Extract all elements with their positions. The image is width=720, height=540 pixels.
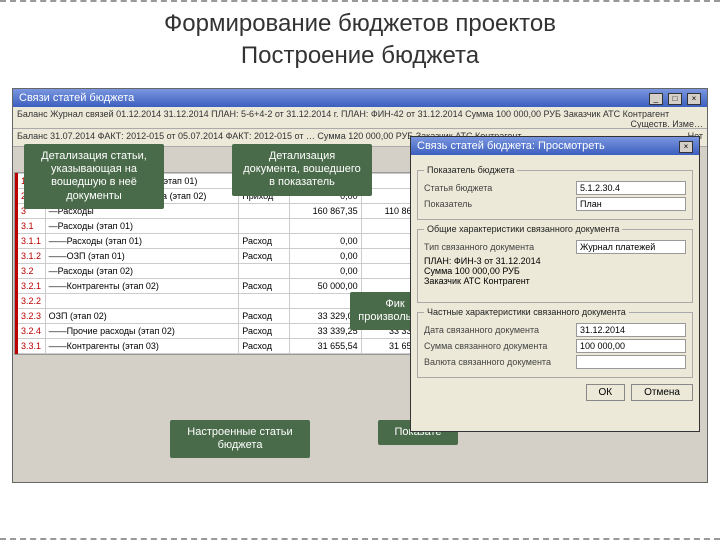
table-row[interactable]: 3.2—Расходы (этап 02)0,000,00 [17,264,433,279]
group-general: Общие характеристики связанного документ… [417,224,693,303]
maximize-button[interactable]: □ [668,93,682,105]
toolbar-row-1[interactable]: Баланс Журнал связей 01.12.2014 31.12.20… [13,107,707,129]
minimize-button[interactable]: _ [649,93,663,105]
callout-document-detail: Детализация документа, вошедшего в показ… [232,144,372,196]
indicator-field[interactable]: План [576,197,686,211]
group-private: Частные характеристики связанного докуме… [417,307,693,378]
table-row[interactable]: 3.1—Расходы (этап 01) [17,219,433,234]
doc-desc-field: ПЛАН: ФИН-3 от 31.12.2014 Сумма 100 000,… [424,256,686,296]
dialog-title: Связь статей бюджета: Просмотреть [417,140,605,152]
table-row[interactable]: 3.1.1——Расходы (этап 01)Расход0,000,00 [17,234,433,249]
window-titlebar: Связи статей бюджета _ □ × [13,89,707,107]
dialog-close-button[interactable]: × [679,141,693,153]
callout-budget-articles: Настроенные статьи бюджета [170,420,310,458]
article-field[interactable]: 5.1.2.30.4 [576,181,686,195]
group-indicator: Показатель бюджета Статья бюджета5.1.2.3… [417,165,693,220]
window-title: Связи статей бюджета [19,92,134,104]
slide-title: Формирование бюджетов проектов [0,2,720,42]
doc-type-field[interactable]: Журнал платежей [576,240,686,254]
ok-button[interactable]: ОК [586,384,626,401]
dialog-titlebar: Связь статей бюджета: Просмотреть × [411,137,699,155]
doc-currency-field[interactable] [576,355,686,369]
doc-date-field[interactable]: 31.12.2014 [576,323,686,337]
doc-sum-field[interactable]: 100 000,00 [576,339,686,353]
close-button[interactable]: × [687,93,701,105]
cancel-button[interactable]: Отмена [631,384,693,401]
callout-article-detail: Детализация статьи, указывающая на вошед… [24,144,164,209]
view-link-dialog: Связь статей бюджета: Просмотреть × Пока… [410,136,700,432]
slide-subtitle: Построение бюджета [0,42,720,70]
table-row[interactable]: 3.3.1——Контрагенты (этап 03)Расход31 655… [17,339,433,354]
table-row[interactable]: 3.1.2——ОЗП (этап 01)Расход0,00 [17,249,433,264]
